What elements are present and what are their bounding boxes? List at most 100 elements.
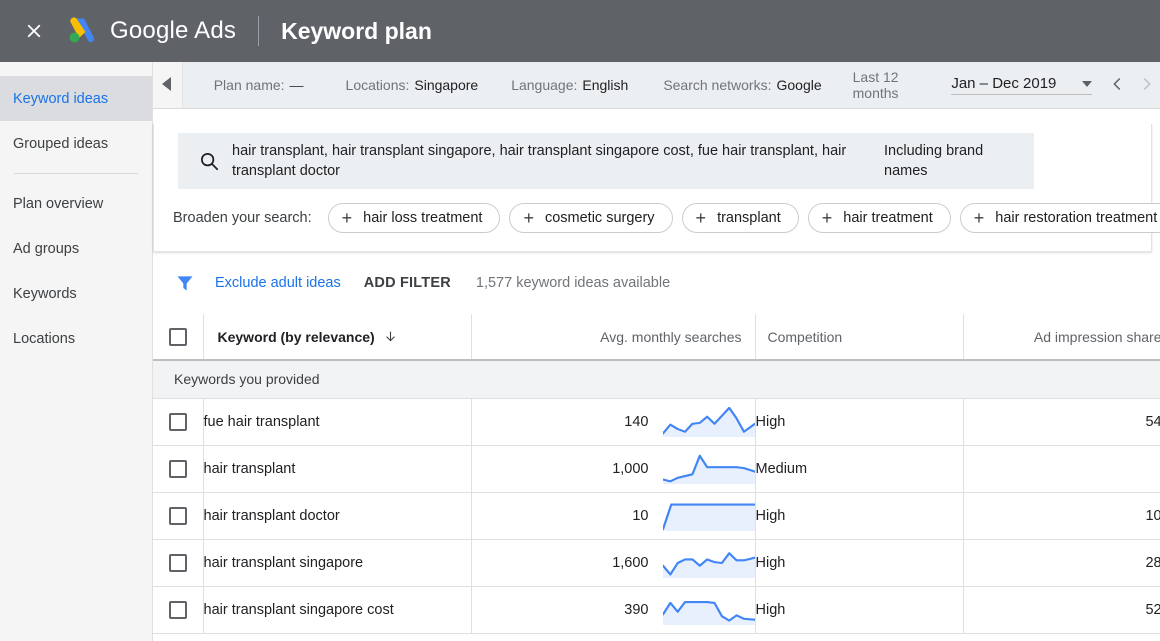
column-header-share-label: Ad impression share — [1033, 328, 1160, 345]
plan-name-field[interactable]: Plan name: — — [214, 77, 304, 93]
table-row[interactable]: hair transplant doctor 10 High 10% — [153, 492, 1160, 540]
chip-label: hair loss treatment — [363, 210, 483, 226]
keyword-ideas-table: Keyword (by relevance) Avg. monthly sear… — [153, 314, 1160, 634]
main-content: Plan name: — Locations: Singapore Langua… — [153, 62, 1160, 641]
filter-actions-row: Exclude adult ideas ADD FILTER 1,577 key… — [153, 252, 1160, 314]
plan-name-label: Plan name: — [213, 77, 285, 93]
sparkline-chart — [662, 406, 755, 437]
sidebar-item-label: Keyword ideas — [13, 90, 109, 107]
chevron-left-icon — [160, 76, 174, 95]
row-select-cell — [153, 539, 204, 587]
keyword-ideas-available-count: 1,577 keyword ideas available — [475, 275, 671, 291]
table-row[interactable]: hair transplant 1,000 Medium — — [153, 445, 1160, 493]
search-row: hair transplant, hair transplant singapo… — [154, 124, 1151, 189]
search-networks-label: Search networks: — [663, 77, 772, 93]
search-networks-field[interactable]: Search networks: Google — [663, 77, 821, 93]
language-label: Language: — [511, 77, 578, 93]
broaden-chip-hair-loss-treatment[interactable]: + hair loss treatment — [327, 203, 501, 233]
language-field[interactable]: Language: English — [511, 77, 628, 93]
sparkline-chart — [662, 600, 755, 625]
chip-label: hair restoration treatment — [995, 210, 1158, 226]
broaden-chip-hair-treatment[interactable]: + hair treatment — [807, 203, 951, 233]
cell-avg-monthly-searches: 1,000 — [471, 445, 756, 493]
locations-field[interactable]: Locations: Singapore — [346, 77, 479, 93]
column-header-keyword[interactable]: Keyword (by relevance) — [203, 314, 472, 361]
sidebar-item-label: Locations — [13, 330, 76, 347]
column-header-avg-monthly-searches[interactable]: Avg. monthly searches — [471, 314, 756, 361]
keyword-search-box[interactable]: hair transplant, hair transplant singapo… — [178, 133, 1034, 189]
sidebar-item-label: Grouped ideas — [13, 135, 109, 152]
sidebar-item-keyword-ideas[interactable]: Keyword ideas — [0, 76, 152, 121]
broaden-search-row: Broaden your search: + hair loss treatme… — [154, 189, 1160, 250]
chevron-right-icon — [1138, 76, 1154, 95]
row-checkbox[interactable] — [168, 459, 187, 478]
sidebar-item-plan-overview[interactable]: Plan overview — [0, 181, 152, 226]
broaden-chip-cosmetic-surgery[interactable]: + cosmetic surgery — [509, 203, 673, 233]
next-period-button[interactable] — [1132, 70, 1160, 100]
column-header-competition-label: Competition — [767, 328, 843, 345]
volume-value: 390 — [624, 601, 649, 618]
row-checkbox[interactable] — [168, 553, 187, 572]
cell-avg-monthly-searches: 390 — [471, 586, 756, 634]
row-select-cell — [153, 492, 204, 540]
plus-icon: + — [523, 208, 534, 228]
locations-label: Locations: — [345, 77, 410, 93]
plan-settings-bar: Plan name: — Locations: Singapore Langua… — [153, 62, 1160, 109]
column-header-ad-impression-share[interactable]: Ad impression share — [963, 314, 1160, 361]
chevron-down-icon — [1082, 80, 1093, 87]
cell-competition: High — [755, 398, 964, 446]
sidebar-item-grouped-ideas[interactable]: Grouped ideas — [0, 121, 152, 166]
sidebar-item-keywords[interactable]: Keywords — [0, 271, 152, 316]
table-row[interactable]: hair transplant singapore 1,600 High 28% — [153, 539, 1160, 587]
group-label: Keywords you provided — [153, 360, 1160, 399]
search-card: hair transplant, hair transplant singapo… — [153, 124, 1160, 252]
table-row[interactable]: fue hair transplant 140 High 54% — [153, 398, 1160, 446]
language-value: English — [582, 77, 629, 93]
collapse-panel-button[interactable] — [153, 62, 183, 108]
plus-icon: + — [973, 208, 985, 228]
filter-funnel-icon[interactable] — [174, 273, 196, 293]
broaden-chip-hair-restoration-treatment[interactable]: + hair restoration treatment — [959, 203, 1160, 233]
cell-ad-impression-share: 54% — [963, 398, 1160, 446]
cell-competition: High — [755, 539, 964, 587]
search-icon — [194, 150, 224, 172]
cell-keyword: hair transplant doctor — [203, 492, 472, 540]
exclude-adult-ideas-link[interactable]: Exclude adult ideas — [215, 275, 341, 291]
date-range-value: Jan – Dec 2019 — [951, 75, 1057, 92]
sparkline-chart — [662, 551, 755, 578]
chip-label: hair treatment — [843, 210, 933, 226]
select-all-checkbox[interactable] — [168, 327, 187, 346]
table-row[interactable]: hair transplant singapore cost 390 High … — [153, 586, 1160, 634]
close-button[interactable] — [12, 9, 56, 53]
search-input[interactable]: hair transplant, hair transplant singapo… — [232, 141, 862, 181]
header-divider — [258, 16, 260, 46]
cell-ad-impression-share: 10% — [963, 492, 1160, 540]
body-wrapper: Keyword ideas Grouped ideas Plan overvie… — [0, 62, 1160, 641]
cell-ad-impression-share: — — [963, 445, 1160, 493]
add-filter-button[interactable]: ADD FILTER — [364, 275, 451, 291]
row-checkbox[interactable] — [168, 600, 187, 619]
sidebar-item-ad-groups[interactable]: Ad groups — [0, 226, 152, 271]
plus-icon: + — [821, 208, 833, 228]
date-range-selector[interactable]: Jan – Dec 2019 — [951, 75, 1093, 95]
previous-period-button[interactable] — [1104, 70, 1132, 100]
chevron-left-icon — [1110, 76, 1126, 95]
row-select-cell — [153, 398, 204, 446]
column-header-competition[interactable]: Competition — [755, 314, 964, 361]
row-checkbox[interactable] — [168, 412, 187, 431]
broaden-search-label: Broaden your search: — [173, 210, 312, 226]
brand-name: Google Ads — [110, 17, 237, 44]
row-checkbox[interactable] — [168, 506, 187, 525]
chip-label: transplant — [717, 210, 781, 226]
row-select-cell — [153, 586, 204, 634]
select-all-header — [153, 314, 204, 361]
cell-competition: Medium — [755, 445, 964, 493]
chip-label: cosmetic surgery — [544, 210, 655, 226]
close-icon — [23, 20, 45, 42]
cell-keyword: hair transplant singapore — [203, 539, 472, 587]
cell-avg-monthly-searches: 10 — [471, 492, 756, 540]
sidebar-item-locations[interactable]: Locations — [0, 316, 152, 361]
broaden-chip-transplant[interactable]: + transplant — [681, 203, 799, 233]
google-ads-logo-icon — [62, 16, 98, 46]
arrow-down-icon — [384, 329, 397, 344]
